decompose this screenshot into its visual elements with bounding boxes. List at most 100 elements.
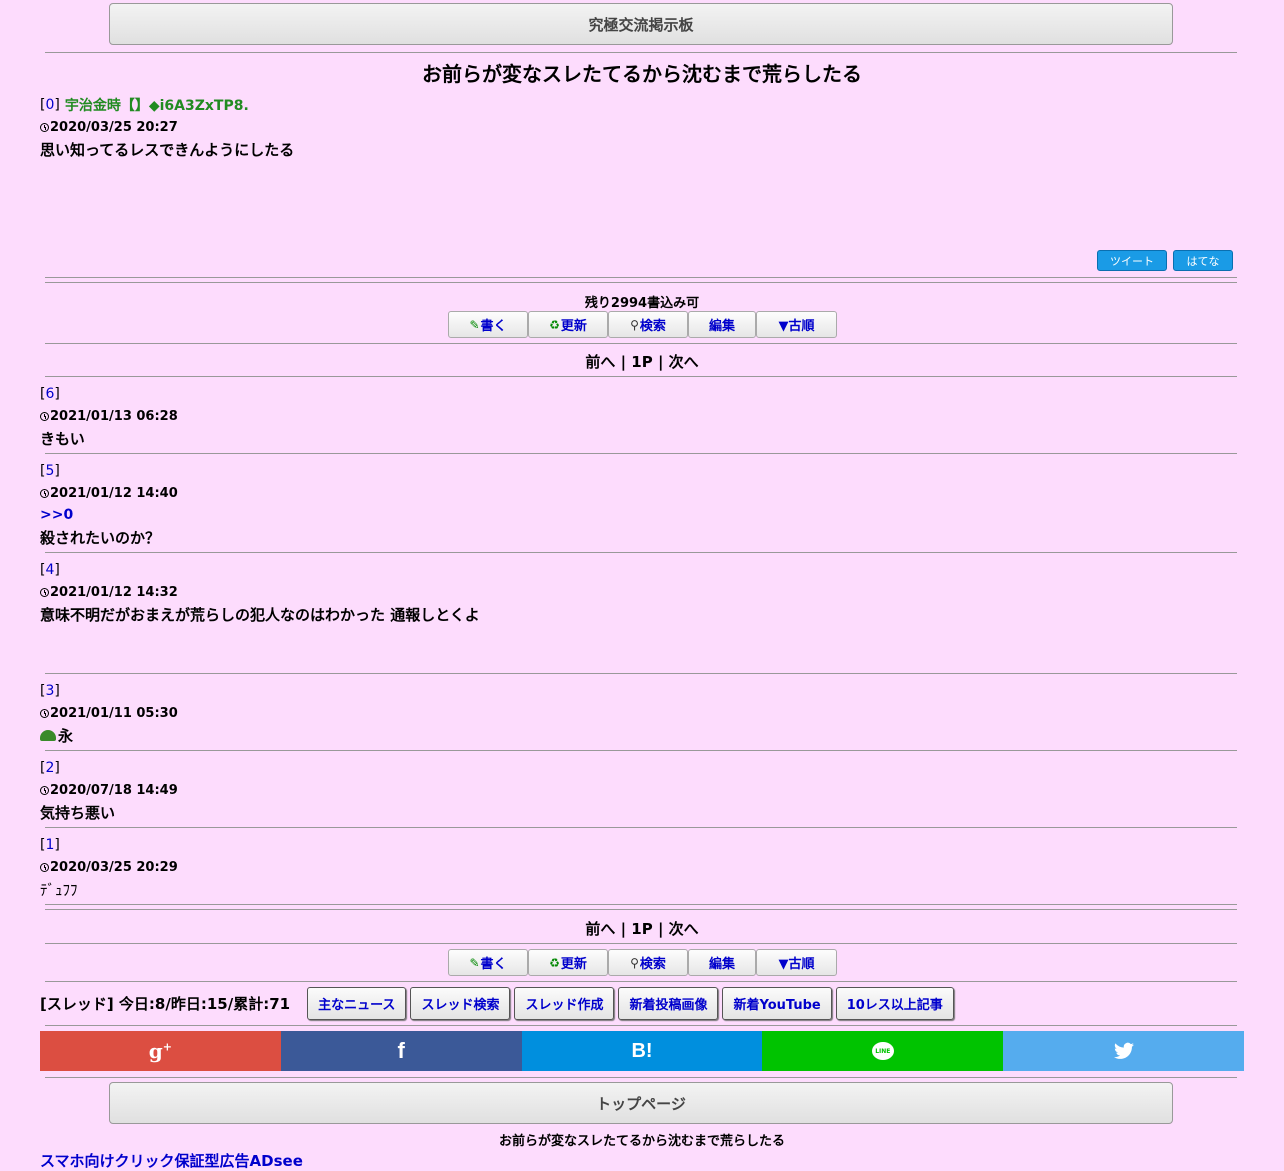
refresh-button[interactable]: ♻ 更新 [528, 949, 608, 976]
clock-icon [40, 122, 49, 132]
divider [45, 1025, 1237, 1026]
pager-bottom: 前へ | 1P | 次へ [585, 920, 699, 938]
post-date: 2021/01/11 05:30 [50, 705, 178, 721]
order-button[interactable]: ▼古順 [756, 949, 837, 976]
board-title: 究極交流掲示板 [588, 15, 694, 34]
divider [45, 673, 1237, 674]
list-item: [2] 2020/07/18 14:49 気持ち悪い [40, 760, 178, 822]
new-images-button[interactable]: 新着投稿画像 [618, 987, 719, 1020]
twitter-share-button[interactable] [1003, 1031, 1244, 1071]
divider [45, 277, 1237, 283]
divider [45, 981, 1237, 982]
post-date: 2020/03/25 20:29 [50, 859, 178, 875]
post-date: 2020/03/25 20:27 [50, 119, 178, 135]
poster-name: 宇治金時【】◆i6A3ZxTP8. [64, 98, 249, 114]
divider [45, 750, 1237, 751]
post-body: 思い知ってるレスできんようにしたる [40, 140, 295, 159]
post-number-link[interactable]: 1 [45, 837, 54, 853]
top-page-button[interactable]: トップページ [109, 1082, 1173, 1124]
access-counter: [スレッド] 今日:8/昨日:15/累計:71 [40, 995, 291, 1013]
post-body: 永 [58, 726, 74, 745]
pager-top: 前へ | 1P | 次へ [585, 353, 699, 371]
thread-search-button[interactable]: スレッド検索 [410, 987, 511, 1020]
google-plus-share-button[interactable]: g+ [40, 1031, 281, 1071]
post-body: きもい [40, 429, 85, 448]
divider [45, 1077, 1237, 1078]
list-item: [3] 2021/01/11 05:30 永 [40, 683, 178, 745]
thread-title: お前らが変なスレたてるから沈むまで荒らしたる [422, 62, 862, 86]
write-button[interactable]: ✎ 書く [448, 949, 528, 976]
facebook-share-button[interactable]: f [280, 1031, 522, 1071]
prev-link[interactable]: 前へ [585, 353, 615, 371]
pencil-icon: ✎ [469, 955, 480, 970]
tweet-button[interactable]: ツイート [1097, 250, 1167, 271]
write-button[interactable]: ✎ 書く [448, 311, 528, 338]
post-number-link[interactable]: 5 [45, 463, 54, 479]
search-icon: ⚲ [630, 317, 639, 332]
post-number: [0] [40, 97, 60, 113]
divider [45, 943, 1237, 944]
clock-icon [40, 785, 49, 795]
hatena-button[interactable]: はてな [1173, 250, 1233, 271]
thread-create-button[interactable]: スレッド作成 [514, 987, 615, 1020]
turtle-icon [40, 729, 56, 741]
hatena-share-button[interactable]: B! [521, 1031, 763, 1071]
ten-plus-button[interactable]: 10レス以上記事 [835, 987, 954, 1020]
main-news-button[interactable]: 主なニュース [307, 987, 407, 1020]
divider [45, 453, 1237, 454]
divider [45, 52, 1237, 53]
new-youtube-button[interactable]: 新着YouTube [722, 987, 832, 1020]
ad-link[interactable]: スマホ向けクリック保証型広告ADsee [40, 1150, 303, 1171]
post-number-link[interactable]: 6 [45, 386, 54, 402]
post-number-link[interactable]: 3 [45, 683, 54, 699]
edit-button[interactable]: 編集 [688, 949, 756, 976]
search-button[interactable]: ⚲ 検索 [608, 949, 688, 976]
post-date: 2021/01/12 14:32 [50, 584, 178, 600]
next-link[interactable]: 次へ [669, 920, 699, 938]
toolbar: ✎ 書く ♻ 更新 ⚲ 検索 編集 ▼古順 [448, 311, 837, 338]
divider [45, 343, 1237, 344]
reply-anchor-link[interactable]: >>0 [40, 507, 73, 523]
clock-icon [40, 708, 49, 718]
post-body: 気持ち悪い [40, 803, 116, 822]
line-icon: LINE [871, 1042, 894, 1060]
divider [45, 904, 1237, 910]
post-number-link[interactable]: 2 [45, 760, 54, 776]
pencil-icon: ✎ [469, 317, 480, 332]
twitter-icon [1113, 1042, 1134, 1059]
clock-icon [40, 488, 49, 498]
post-number-link[interactable]: 4 [45, 562, 54, 578]
share-bar: g+ f B! LINE [40, 1031, 1244, 1071]
footer-nav: [スレッド] 今日:8/昨日:15/累計:71 主なニュース スレッド検索 スレ… [40, 987, 958, 1020]
bottom-thread-title: お前らが変なスレたてるから沈むまで荒らしたる [498, 1134, 785, 1149]
prev-link[interactable]: 前へ [585, 920, 615, 938]
order-button[interactable]: ▼古順 [756, 311, 837, 338]
post-date: 2021/01/13 06:28 [50, 408, 178, 424]
search-icon: ⚲ [630, 955, 639, 970]
refresh-button[interactable]: ♻ 更新 [528, 311, 608, 338]
next-link[interactable]: 次へ [669, 353, 699, 371]
edit-button[interactable]: 編集 [688, 311, 756, 338]
divider [45, 376, 1237, 377]
board-title-button[interactable]: 究極交流掲示板 [109, 3, 1173, 45]
divider [45, 827, 1237, 828]
remaining-count: 残り2994書込み可 [584, 296, 700, 311]
list-item: [6] 2021/01/13 06:28 きもい [40, 386, 178, 448]
hatena-icon: B! [631, 1039, 653, 1062]
search-button[interactable]: ⚲ 検索 [608, 311, 688, 338]
post-body: ﾃﾞｭﾌﾌ [40, 880, 78, 899]
clock-icon [40, 587, 49, 597]
list-item: [5] 2021/01/12 14:40 >>0 殺されたいのか？ [40, 463, 178, 547]
refresh-icon: ♻ [549, 317, 560, 332]
toolbar: ✎ 書く ♻ 更新 ⚲ 検索 編集 ▼古順 [448, 949, 837, 976]
post-body: 殺されたいのか？ [40, 528, 161, 547]
op-post: [0] 宇治金時【】◆i6A3ZxTP8. 2020/03/25 20:27 思… [40, 94, 294, 160]
top-page-label: トップページ [596, 1094, 686, 1113]
list-item: [4] 2021/01/12 14:32 意味不明だがおまえが荒らしの犯人なのは… [40, 562, 480, 624]
post-body: 意味不明だがおまえが荒らしの犯人なのはわかった 通報しとくよ [40, 605, 480, 624]
post-number-link[interactable]: 0 [45, 97, 54, 113]
refresh-icon: ♻ [549, 955, 560, 970]
post-date: 2020/07/18 14:49 [50, 782, 178, 798]
divider [45, 552, 1237, 553]
line-share-button[interactable]: LINE [762, 1031, 1004, 1071]
